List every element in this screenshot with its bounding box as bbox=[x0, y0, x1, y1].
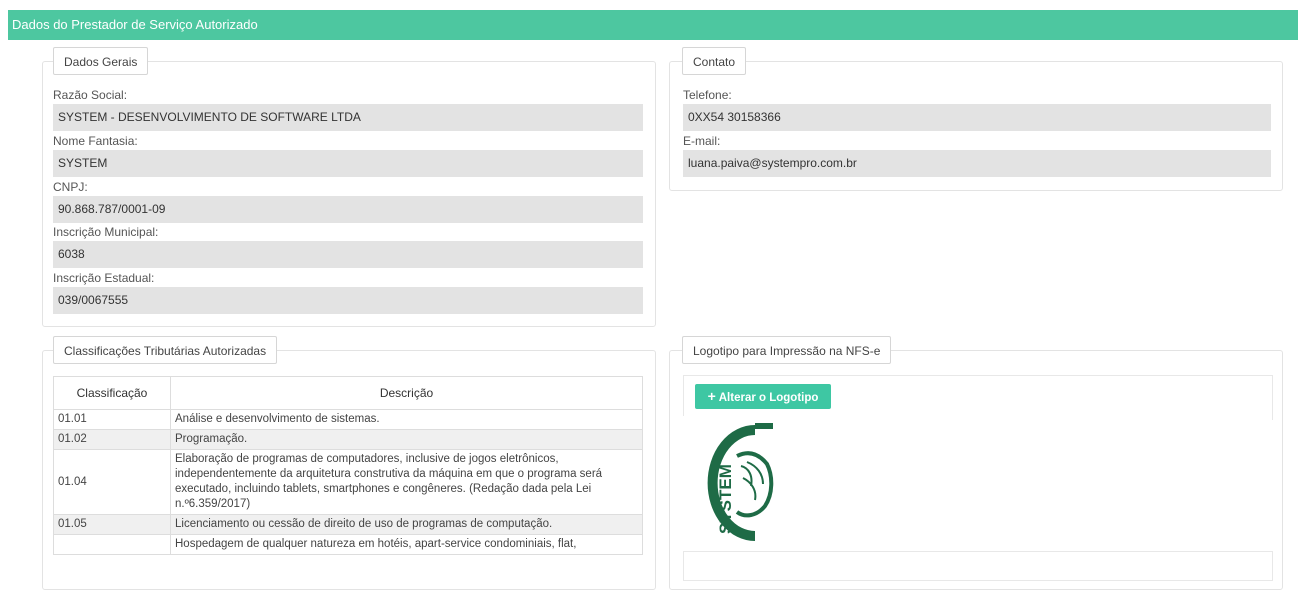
nome-fantasia-label: Nome Fantasia: bbox=[53, 134, 138, 148]
classificacao-cell: 01.01 bbox=[53, 409, 171, 430]
table-row: 01.01 Análise e desenvolvimento de siste… bbox=[53, 409, 643, 430]
classificacao-cell: 01.02 bbox=[53, 429, 171, 450]
descricao-cell: Hospedagem de qualquer natureza em hotéi… bbox=[170, 534, 643, 555]
column-header-classificacao[interactable]: Classificação bbox=[53, 376, 171, 410]
alterar-logotipo-label: Alterar o Logotipo bbox=[718, 392, 819, 404]
descricao-cell: Elaboração de programas de computadores,… bbox=[170, 449, 643, 515]
table-row: 01.04 Elaboração de programas de computa… bbox=[53, 449, 643, 515]
email-field: luana.paiva@systempro.com.br bbox=[683, 150, 1271, 177]
contato-legend: Contato bbox=[682, 47, 747, 75]
classificacao-cell bbox=[53, 534, 171, 555]
email-label: E-mail: bbox=[683, 134, 721, 148]
classificacoes-legend: Classificações Tributárias Autorizadas bbox=[53, 336, 278, 364]
table-row: 01.05 Licenciamento ou cessão de direito… bbox=[53, 514, 643, 535]
alterar-logotipo-button[interactable]: + Alterar o Logotipo bbox=[695, 384, 831, 409]
section-header: Dados do Prestador de Serviço Autorizado bbox=[8, 10, 1298, 40]
logo-text: SYSTEM bbox=[716, 464, 735, 534]
system-logo-icon: SYSTEM bbox=[707, 423, 774, 541]
classificacoes-legend-label: Classificações Tributárias Autorizadas bbox=[64, 344, 267, 358]
classificacao-cell: 01.04 bbox=[53, 449, 171, 515]
table-row: Hospedagem de qualquer natureza em hotéi… bbox=[53, 534, 643, 555]
descricao-cell: Licenciamento ou cessão de direito de us… bbox=[170, 514, 643, 535]
logotipo-legend-label: Logotipo para Impressão na NFS-e bbox=[693, 344, 881, 358]
dados-gerais-legend: Dados Gerais bbox=[53, 47, 149, 75]
table-header-row: Classificação Descrição bbox=[53, 376, 643, 410]
razao-social-field: SYSTEM - DESENVOLVIMENTO DE SOFTWARE LTD… bbox=[53, 104, 643, 131]
company-logo: SYSTEM bbox=[681, 416, 783, 548]
descricao-cell: Programação. bbox=[170, 429, 643, 450]
column-header-descricao[interactable]: Descrição bbox=[170, 376, 643, 410]
section-title: Dados do Prestador de Serviço Autorizado bbox=[12, 17, 258, 32]
inscricao-estadual-label: Inscrição Estadual: bbox=[53, 271, 155, 285]
cnpj-label: CNPJ: bbox=[53, 180, 88, 194]
nome-fantasia-field: SYSTEM bbox=[53, 150, 643, 177]
logotipo-legend: Logotipo para Impressão na NFS-e bbox=[682, 336, 892, 364]
dados-gerais-legend-label: Dados Gerais bbox=[64, 55, 138, 69]
razao-social-label: Razão Social: bbox=[53, 88, 128, 102]
classificacoes-table: Classificação Descrição 01.01 Análise e … bbox=[53, 376, 643, 555]
plus-icon: + bbox=[707, 388, 716, 404]
classificacao-cell: 01.05 bbox=[53, 514, 171, 535]
contato-legend-label: Contato bbox=[693, 55, 736, 69]
cnpj-field: 90.868.787/0001-09 bbox=[53, 196, 643, 223]
inscricao-municipal-field: 6038 bbox=[53, 241, 643, 268]
telefone-label: Telefone: bbox=[683, 88, 732, 102]
inscricao-municipal-label: Inscrição Municipal: bbox=[53, 225, 159, 239]
descricao-cell: Análise e desenvolvimento de sistemas. bbox=[170, 409, 643, 430]
inscricao-estadual-field: 039/0067555 bbox=[53, 287, 643, 314]
table-row: 01.02 Programação. bbox=[53, 429, 643, 450]
telefone-field: 0XX54 30158366 bbox=[683, 104, 1271, 131]
